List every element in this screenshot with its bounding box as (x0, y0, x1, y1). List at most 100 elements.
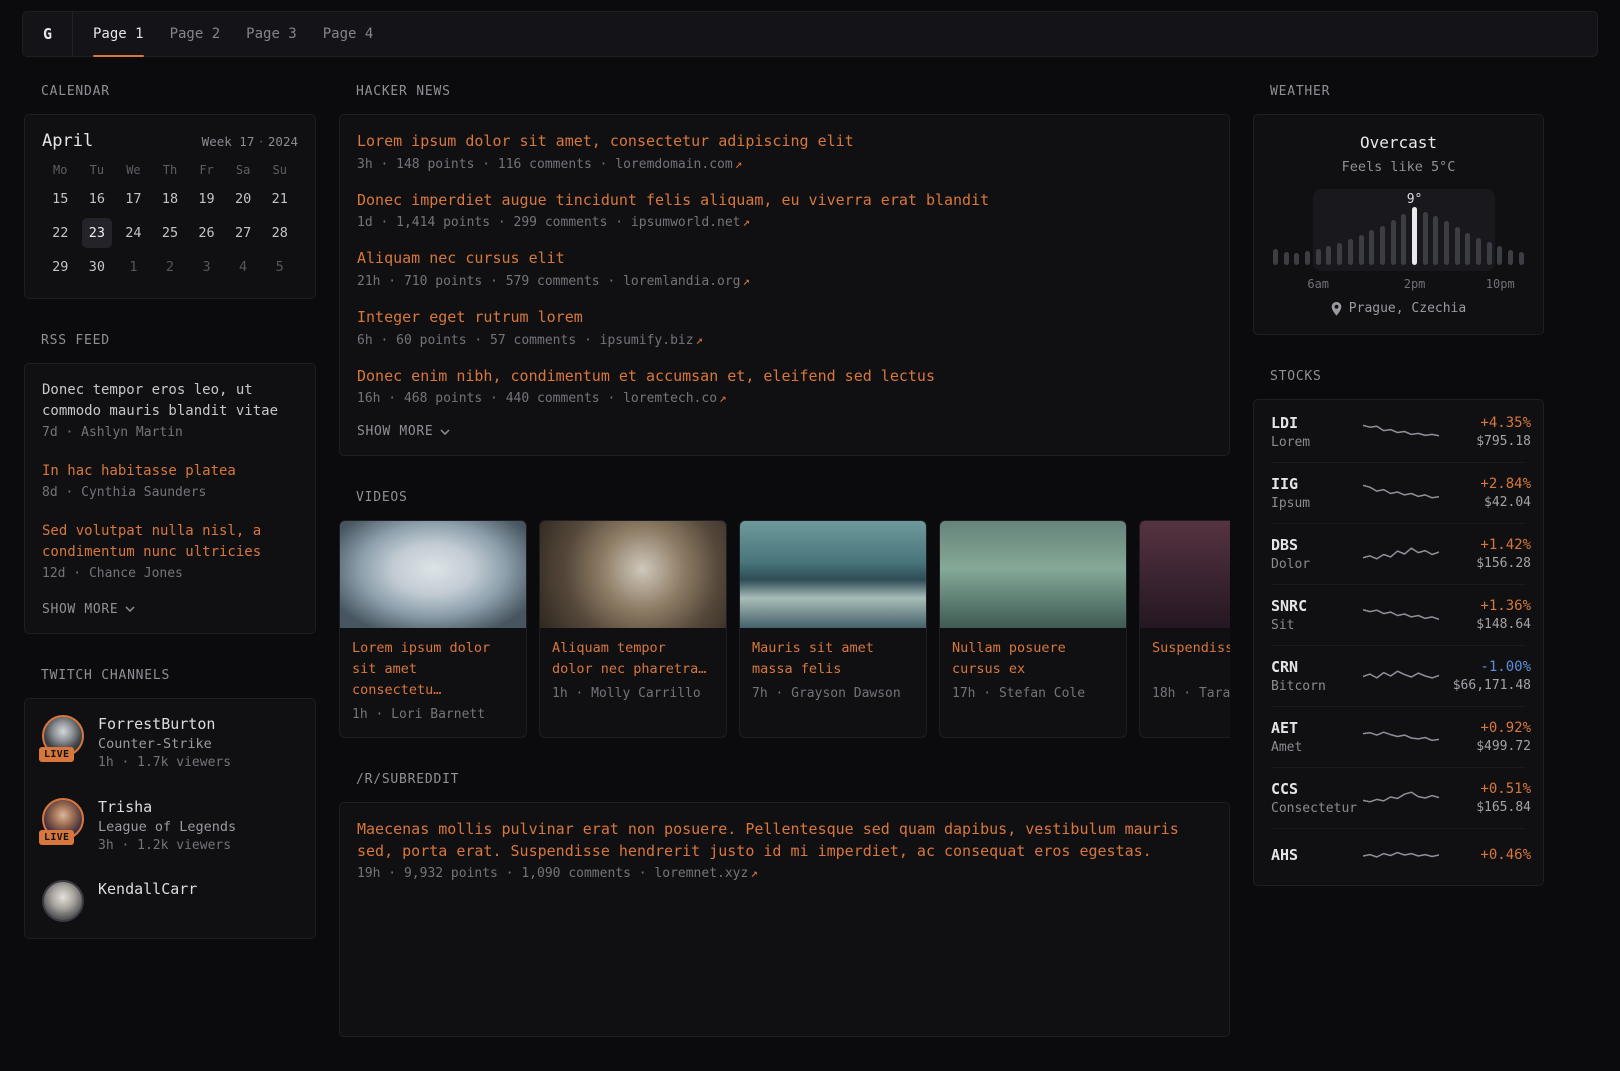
rss-item-meta: 12d · Chance Jones (42, 566, 298, 583)
page-tabs: Page 1 Page 2 Page 3 Page 4 (93, 12, 373, 56)
stock-change: +1.36% (1439, 598, 1531, 614)
tab-page-3[interactable]: Page 3 (246, 12, 297, 56)
calendar-day-next-month: 3 (192, 252, 222, 282)
calendar-day: 16 (82, 184, 112, 214)
stock-sparkline (1363, 600, 1439, 630)
stock-row[interactable]: AHS +0.46% (1271, 828, 1526, 883)
stock-price: $795.18 (1439, 434, 1531, 449)
rss-section-title: RSS FEED (41, 333, 316, 348)
twitch-channel-row[interactable]: LIVE Trisha League of Legends 3h · 1.2k … (42, 798, 298, 855)
stock-row[interactable]: DBS Dolor +1.42% $156.28 (1271, 523, 1526, 584)
videos-carousel: Lorem ipsum dolor sit amet consectetu… 1… (339, 520, 1230, 738)
hackernews-widget: HACKER NEWS Lorem ipsum dolor sit amet, … (339, 84, 1230, 456)
stock-sparkline (1363, 841, 1439, 871)
calendar-today: 23 (82, 218, 112, 248)
hackernews-item-link[interactable]: Donec imperdiet augue tincidunt felis al… (357, 190, 1212, 212)
calendar-month: April (42, 131, 93, 151)
weekday-label: We (118, 163, 148, 177)
calendar-day: 29 (45, 252, 75, 282)
calendar-day: 17 (118, 184, 148, 214)
subreddit-section-title: /R/SUBREDDIT (356, 772, 1230, 787)
hackernews-item-meta: 16h · 468 points · 440 comments · loremt… (357, 390, 1212, 408)
twitch-channel-row[interactable]: KendallCarr (42, 880, 298, 922)
stock-symbol: LDI (1271, 414, 1363, 432)
video-meta: 7h · Grayson Dawson (752, 686, 914, 703)
video-card[interactable]: Aliquam tempor dolor nec pharetra… 1h · … (539, 520, 727, 738)
calendar-day: 27 (228, 218, 258, 248)
hackernews-item-link[interactable]: Integer eget rutrum lorem (357, 307, 1212, 329)
rss-show-more-button[interactable]: SHOW MORE (42, 602, 135, 617)
rss-item-meta: 7d · Ashlyn Martin (42, 425, 298, 442)
tab-page-4[interactable]: Page 4 (323, 12, 374, 56)
channel-avatar (42, 880, 84, 922)
stock-change: +1.42% (1439, 537, 1531, 553)
stocks-widget: STOCKS LDI Lorem +4.35% $795.18 (1253, 369, 1544, 886)
channel-name[interactable]: ForrestBurton (98, 715, 231, 733)
stock-sparkline (1363, 661, 1439, 691)
channel-avatar-wrap (42, 880, 84, 922)
middle-column: HACKER NEWS Lorem ipsum dolor sit amet, … (339, 84, 1230, 1071)
video-thumbnail (340, 521, 526, 628)
external-link-icon[interactable]: ↗ (719, 390, 727, 405)
rss-item: In hac habitasse platea 8d · Cynthia Sau… (42, 461, 298, 502)
rss-item-link[interactable]: In hac habitasse platea (42, 461, 298, 482)
stock-row[interactable]: LDI Lorem +4.35% $795.18 (1271, 402, 1526, 462)
video-thumbnail (740, 521, 926, 628)
external-link-icon[interactable]: ↗ (750, 865, 758, 880)
twitch-channel-row[interactable]: LIVE ForrestBurton Counter-Strike 1h · 1… (42, 715, 298, 772)
stock-row[interactable]: SNRC Sit +1.36% $148.64 (1271, 584, 1526, 645)
chevron-down-icon (125, 606, 135, 612)
tab-page-1[interactable]: Page 1 (93, 12, 144, 56)
hackernews-item: Integer eget rutrum lorem 6h · 60 points… (357, 307, 1212, 350)
calendar-day: 26 (192, 218, 222, 248)
channel-game: League of Legends (98, 819, 236, 835)
channel-name[interactable]: Trisha (98, 798, 236, 816)
stock-row[interactable]: IIG Ipsum +2.84% $42.04 (1271, 462, 1526, 523)
stock-sparkline (1363, 783, 1439, 813)
calendar-day: 21 (265, 184, 295, 214)
stock-row[interactable]: CCS Consectetur +0.51% $165.84 (1271, 767, 1526, 828)
stock-symbol: AET (1271, 719, 1363, 737)
video-title: Lorem ipsum dolor sit amet consectetu… (352, 638, 514, 701)
stock-name: Consectetur (1271, 801, 1363, 816)
video-meta: 1h · Molly Carrillo (552, 686, 714, 703)
app-logo[interactable]: G (23, 12, 73, 56)
channel-meta: 3h · 1.2k viewers (98, 838, 236, 855)
hackernews-show-more-button[interactable]: SHOW MORE (357, 424, 450, 439)
calendar-header: April Week 17·2024 (42, 131, 298, 151)
subreddit-post-link[interactable]: Maecenas mollis pulvinar erat non posuer… (357, 819, 1212, 863)
stock-change: +2.84% (1439, 476, 1531, 492)
rss-item-link[interactable]: Donec tempor eros leo, ut commodo mauris… (42, 380, 298, 422)
stock-symbol: IIG (1271, 475, 1363, 493)
rss-item-link[interactable]: Sed volutpat nulla nisl, a condimentum n… (42, 521, 298, 563)
page-content: CALENDAR April Week 17·2024 Mo Tu We Th … (24, 84, 1598, 1071)
hackernews-item: Aliquam nec cursus elit 21h · 710 points… (357, 248, 1212, 291)
hackernews-item-link[interactable]: Lorem ipsum dolor sit amet, consectetur … (357, 131, 1212, 153)
stock-row[interactable]: AET Amet +0.92% $499.72 (1271, 706, 1526, 767)
calendar-year: 2024 (268, 134, 298, 149)
subreddit-widget: /R/SUBREDDIT Maecenas mollis pulvinar er… (339, 772, 1230, 1037)
calendar-day: 25 (155, 218, 185, 248)
video-card[interactable]: Mauris sit amet massa felis 7h · Grayson… (739, 520, 927, 738)
hackernews-item-link[interactable]: Aliquam nec cursus elit (357, 248, 1212, 270)
tab-page-2[interactable]: Page 2 (170, 12, 221, 56)
subreddit-post: Maecenas mollis pulvinar erat non posuer… (357, 819, 1212, 883)
rss-widget: RSS FEED Donec tempor eros leo, ut commo… (24, 333, 316, 634)
external-link-icon[interactable]: ↗ (696, 332, 704, 347)
channel-name[interactable]: KendallCarr (98, 880, 197, 898)
video-card[interactable]: Nullam posuere cursus ex 17h · Stefan Co… (939, 520, 1127, 738)
hackernews-item: Lorem ipsum dolor sit amet, consectetur … (357, 131, 1212, 174)
external-link-icon[interactable]: ↗ (743, 214, 751, 229)
video-card[interactable]: Lorem ipsum dolor sit amet consectetu… 1… (339, 520, 527, 738)
stock-row[interactable]: CRN Bitcorn -1.00% $66,171.48 (1271, 645, 1526, 706)
external-link-icon[interactable]: ↗ (743, 273, 751, 288)
stock-sparkline (1363, 478, 1439, 508)
video-thumbnail (1140, 521, 1230, 628)
stock-price: $42.04 (1439, 495, 1531, 510)
weather-feels-like: Feels like 5°C (1268, 159, 1529, 175)
external-link-icon[interactable]: ↗ (735, 156, 743, 171)
video-card[interactable]: Suspendisse diam 18h · Tara (1139, 520, 1230, 738)
video-thumbnail (540, 521, 726, 628)
hackernews-item-link[interactable]: Donec enim nibh, condimentum et accumsan… (357, 366, 1212, 388)
chevron-down-icon (440, 429, 450, 435)
